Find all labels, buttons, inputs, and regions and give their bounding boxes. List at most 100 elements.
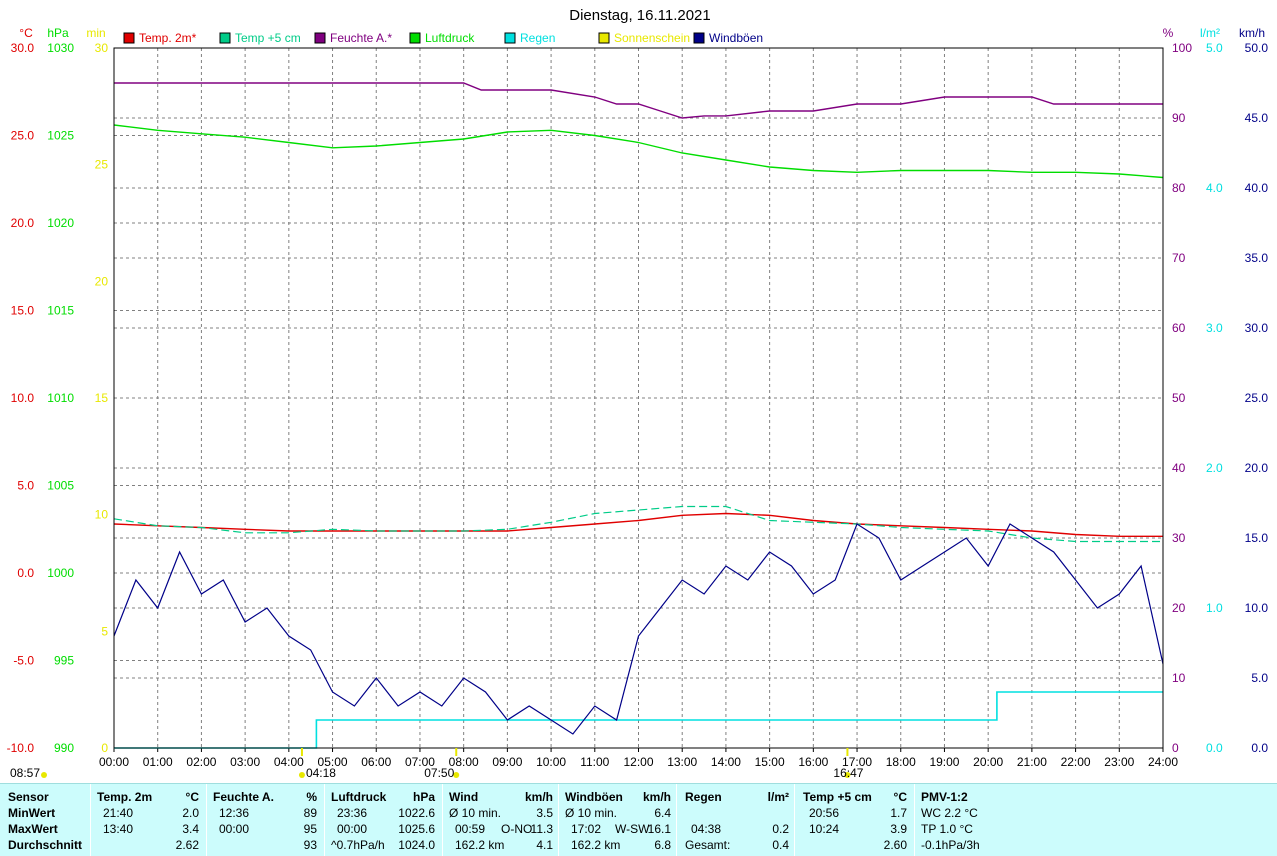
stats-col-luftdruck: Luftdruck hPa 23:36 1022.6 00:00 1025.6 ^0.…: [324, 784, 443, 856]
sun-time-label: 07:50: [424, 766, 454, 780]
feuchte-max-time: 00:00: [219, 822, 250, 836]
stats-col-sensor: Sensor MinWert MaxWert Durchschnitt: [0, 784, 90, 856]
y-tick-label: 5.0: [17, 479, 34, 493]
stats-col-pmv: PMV-1:2 WC 2.2 °C TP 1.0 °C -0.1hPa/3h: [914, 784, 1277, 856]
y-tick-label: 15: [95, 391, 109, 405]
y-tick-label: 100: [1172, 41, 1192, 55]
axis-unit-label: km/h: [1239, 26, 1265, 40]
legend-swatch: [598, 32, 610, 44]
y-tick-label: 2.0: [1206, 461, 1223, 475]
series-line: [114, 82, 1163, 119]
wind-avg-label: Ø 10 min.: [449, 806, 502, 820]
stats-label-max: MaxWert: [8, 822, 58, 836]
y-tick-label: 1010: [47, 391, 74, 405]
stats-head-temp5cm: Temp +5 cm: [803, 790, 872, 804]
boeen-max-time: 17:02: [571, 822, 602, 836]
y-tick-label: 0.0: [1251, 741, 1268, 755]
stats-unit-windboeen: km/h: [642, 790, 671, 804]
stats-col-windboeen: Windböen km/h Ø 10 min. 6.4 17:02 W-SW 16.1 …: [558, 784, 677, 856]
y-tick-label: 3.0: [1206, 321, 1223, 335]
legend-item: Sonnenschein: [598, 31, 690, 45]
x-tick-label: 23:00: [1104, 755, 1134, 769]
legend-label: Luftdruck: [425, 31, 475, 45]
wind-max-value: 11.3: [530, 822, 553, 836]
y-tick-label: 10.0: [11, 391, 35, 405]
y-tick-label: 10: [1172, 671, 1186, 685]
legend-label: Feuchte A.*: [330, 31, 392, 45]
legend-swatch: [693, 32, 705, 44]
y-tick-label: 0.0: [17, 566, 34, 580]
legend-item: Windböen: [693, 31, 763, 45]
stats-unit-regen: l/m²: [767, 790, 789, 804]
legend: Temp. 2m* Temp +5 cm Feuchte A.* Luftdruck R…: [123, 31, 763, 45]
y-tick-label: 0: [101, 741, 108, 755]
feuchte-min-value: 89: [303, 806, 317, 820]
stats-head-pmv: PMV-1:2: [921, 790, 968, 804]
x-axis-ticks: 00:00 01:00 02:00 03:00 04:00 05:00 06:00 07:00…: [99, 748, 1178, 769]
boeen-distance: 162.2 km: [571, 838, 621, 852]
stats-unit-temp2m: °C: [185, 790, 199, 804]
y-tick-label: 40: [1172, 461, 1186, 475]
feuchte-min-time: 12:36: [219, 806, 250, 820]
x-tick-label: 09:00: [492, 755, 522, 769]
boeen-max-direction: W-SW: [615, 822, 650, 836]
chart-title: Dienstag, 16.11.2021: [569, 7, 711, 24]
axis-unit-label: °C: [19, 26, 33, 40]
y-tick-label: -10.0: [7, 741, 35, 755]
y-tick-label: 30.0: [1245, 321, 1269, 335]
axis-unit-label: l/m²: [1200, 26, 1220, 40]
x-tick-label: 01:00: [143, 755, 173, 769]
y-tick-label: 1000: [47, 566, 74, 580]
stats-unit-luftdruck: hPa: [412, 790, 435, 804]
x-tick-label: 16:00: [798, 755, 828, 769]
y-tick-label: 0: [1172, 741, 1179, 755]
boeen-avg-value: 6.8: [654, 838, 671, 852]
pmv-dewpoint: TP 1.0 °C: [921, 822, 973, 836]
boeen-max-value: 16.1: [647, 822, 671, 836]
temp5cm-min-value: 1.7: [890, 806, 907, 820]
y-tick-label: 1005: [47, 479, 74, 493]
x-tick-label: 19:00: [929, 755, 959, 769]
legend-swatch: [314, 32, 326, 44]
axis-unit-label: hPa: [47, 26, 69, 40]
y-tick-label: 15.0: [11, 304, 35, 318]
legend-label: Temp +5 cm: [235, 31, 301, 45]
stats-unit-feuchte: %: [306, 790, 317, 804]
feuchte-max-value: 95: [303, 822, 317, 836]
y-tick-label: 45.0: [1245, 111, 1269, 125]
y-tick-label: 50: [1172, 391, 1186, 405]
legend-label: Sonnenschein: [614, 31, 690, 45]
axis-unit-label: min: [86, 26, 105, 40]
x-tick-label: 15:00: [755, 755, 785, 769]
temp2m-avg-value: 2.62: [175, 838, 199, 852]
luftdruck-min-time: 23:36: [337, 806, 368, 820]
boeen-avg10-value: 6.4: [654, 806, 671, 820]
boeen-avg-label: Ø 10 min.: [565, 806, 618, 820]
stats-col-wind: Wind km/h Ø 10 min. 3.5 00:59 O-NO 11.3 162.…: [442, 784, 559, 856]
legend-swatch: [409, 32, 421, 44]
stats-head-feuchte: Feuchte A.: [213, 790, 274, 804]
stats-unit-temp5cm: °C: [893, 790, 907, 804]
y-tick-label: 20: [1172, 601, 1186, 615]
legend-label: Regen: [520, 31, 555, 45]
legend-label: Windböen: [709, 31, 763, 45]
legend-item: Feuchte A.*: [314, 31, 392, 45]
stats-head-windboeen: Windböen: [565, 790, 623, 804]
y-tick-label: 25.0: [1245, 391, 1269, 405]
regen-max-time: 04:38: [691, 822, 722, 836]
y-tick-label: 0.0: [1206, 741, 1223, 755]
luftdruck-trend: ^0.7hPa/h: [331, 838, 385, 852]
stats-col-temp5cm: Temp +5 cm °C 20:56 1.7 10:24 3.9 2.60: [794, 784, 915, 856]
x-tick-label: 11:00: [580, 755, 609, 769]
x-tick-label: 00:00: [99, 755, 129, 769]
wind-max-direction: O-NO: [501, 822, 533, 836]
y-tick-label: 20.0: [1245, 461, 1269, 475]
statistics-panel: Sensor MinWert MaxWert Durchschnitt Temp…: [0, 783, 1277, 856]
stats-col-regen: Regen l/m² 04:38 0.2 Gesamt: 0.4: [676, 784, 795, 856]
legend-swatch: [504, 32, 516, 44]
legend-swatch: [219, 32, 231, 44]
pmv-windchill: WC 2.2 °C: [921, 806, 978, 820]
pmv-pressure-trend: -0.1hPa/3h: [921, 838, 980, 852]
y-tick-label: 30: [95, 41, 109, 55]
y-tick-label: 70: [1172, 251, 1186, 265]
